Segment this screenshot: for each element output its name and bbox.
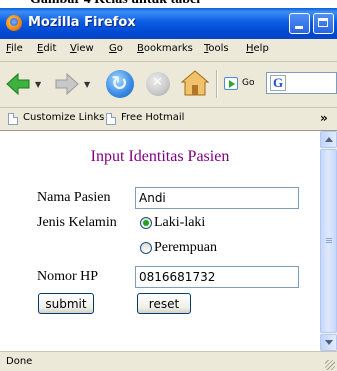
radio-perempuan-label: Perempuan <box>154 240 217 255</box>
reload-button[interactable] <box>106 70 134 98</box>
toolbar-separator <box>216 70 218 98</box>
radio-perempuan[interactable] <box>140 242 152 254</box>
scroll-thumb[interactable] <box>320 149 337 333</box>
reset-button[interactable]: reset <box>137 293 191 314</box>
back-dropdown-icon[interactable]: ▼ <box>35 80 41 89</box>
nomor-hp-input[interactable] <box>135 266 299 288</box>
submit-button[interactable]: submit <box>38 293 94 314</box>
grip-icon <box>326 238 332 239</box>
back-arrow-icon <box>6 72 30 96</box>
radio-laki-laki[interactable] <box>140 217 152 229</box>
menu-edit[interactable]: Edit <box>37 43 56 54</box>
status-text: Done <box>6 356 33 367</box>
document-caption: Gambar 4 Kelas untuk tabel <box>0 0 337 8</box>
bookmarks-overflow-icon[interactable]: » <box>320 111 328 125</box>
go-label: Go <box>242 78 255 88</box>
go-icon <box>224 77 238 90</box>
bookmark-label: Customize Links <box>23 112 105 123</box>
radio-laki-laki-label: Laki-laki <box>154 215 206 230</box>
forward-dropdown-icon[interactable]: ▼ <box>84 80 90 89</box>
back-button[interactable] <box>5 72 31 96</box>
resize-grip-icon[interactable] <box>325 360 335 370</box>
menu-file[interactable]: File <box>6 43 23 54</box>
menu-view[interactable]: View <box>70 43 94 54</box>
stop-button[interactable] <box>146 72 170 96</box>
menu-bookmarks[interactable]: Bookmarks <box>137 43 193 54</box>
menu-bar: File Edit View Go Bookmarks Tools Help <box>0 39 337 62</box>
nama-pasien-label: Nama Pasien <box>37 190 111 205</box>
title-bar: Mozilla Firefox <box>0 8 337 39</box>
caption-text: Gambar 4 Kelas untuk tabel <box>30 0 200 8</box>
page-icon <box>8 113 18 125</box>
navigation-toolbar: ▼ ▼ Go G <box>0 62 337 108</box>
page-content: Input Identitas Pasien Nama Pasien Jenis… <box>0 131 320 351</box>
jenis-kelamin-label: Jenis Kelamin <box>37 215 117 230</box>
home-button[interactable] <box>180 68 210 98</box>
home-icon <box>180 70 210 96</box>
scroll-down-button[interactable] <box>320 334 337 351</box>
menu-help[interactable]: Help <box>246 43 269 54</box>
browser-window: Mozilla Firefox File Edit View Go Bookma… <box>0 8 337 371</box>
window-title: Mozilla Firefox <box>28 15 136 30</box>
forward-button[interactable] <box>54 72 80 96</box>
minimize-button[interactable] <box>289 13 310 34</box>
menu-go[interactable]: Go <box>109 43 123 54</box>
google-search-icon[interactable]: G <box>270 75 286 91</box>
status-bar: Done <box>0 351 337 371</box>
page-title: Input Identitas Pasien <box>90 148 230 165</box>
bookmark-label: Free Hotmail <box>121 112 185 123</box>
bookmarks-toolbar: Customize Links Free Hotmail » <box>0 108 337 131</box>
menu-tools[interactable]: Tools <box>204 43 229 54</box>
vertical-scrollbar[interactable] <box>320 131 337 351</box>
maximize-button[interactable] <box>313 13 334 34</box>
firefox-icon <box>6 15 22 31</box>
nomor-hp-label: Nomor HP <box>37 269 99 284</box>
go-button[interactable]: Go <box>222 75 262 93</box>
nama-pasien-input[interactable] <box>135 187 299 209</box>
forward-arrow-icon <box>55 72 79 96</box>
search-box[interactable]: G <box>266 72 337 94</box>
scroll-up-button[interactable] <box>320 131 337 148</box>
page-icon <box>106 113 116 125</box>
